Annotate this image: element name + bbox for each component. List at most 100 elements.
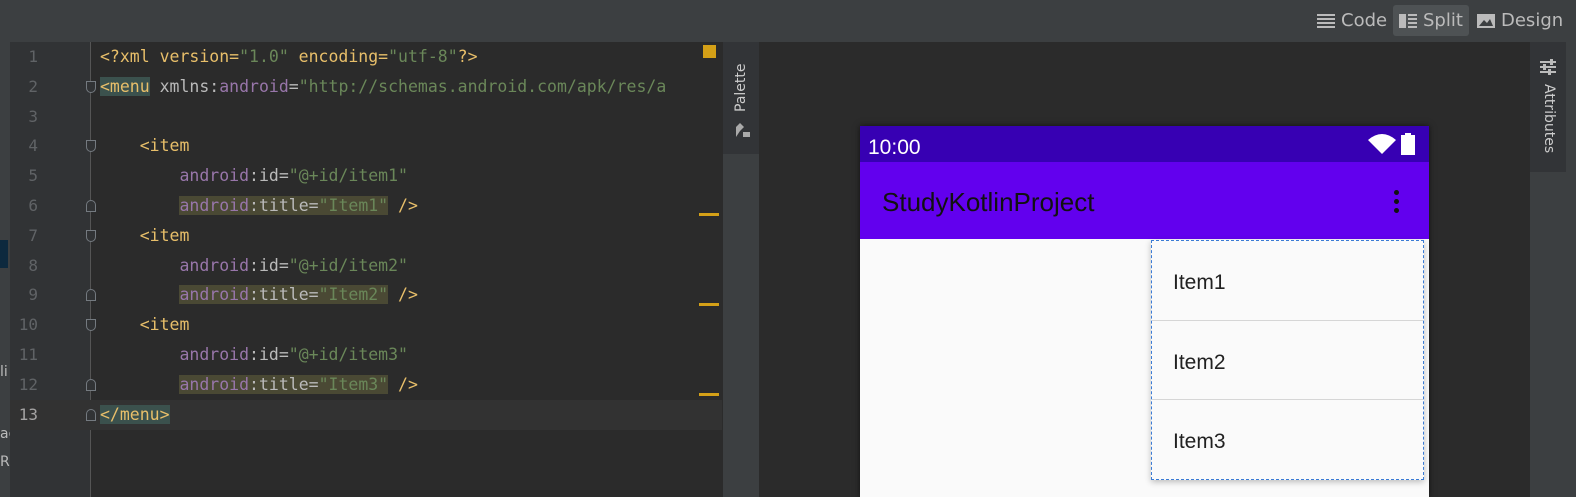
code-token: "@+id/item1" [288, 166, 408, 186]
code-line[interactable]: 13 </menu> [10, 399, 722, 430]
code-token: /> [388, 374, 418, 394]
fold-marker-icon[interactable] [86, 229, 96, 242]
code-text: <item [100, 315, 190, 334]
design-mode-label: Design [1501, 10, 1564, 31]
editor-toolbar: Code Split Design [0, 0, 1576, 43]
code-token: ?> [457, 47, 478, 66]
app-bar: StudyKotlinProject [860, 162, 1429, 239]
code-token: :title= [249, 196, 319, 215]
code-line[interactable]: 2 <menu xmlns:android="http://schemas.and… [10, 72, 722, 102]
attributes-tab[interactable]: Attributes [1530, 42, 1566, 172]
palette-tab-label: Palette [733, 63, 749, 113]
code-line[interactable]: 11 android:id="@+id/item3" [10, 340, 722, 370]
code-token: android [179, 374, 250, 394]
code-token: <item [100, 136, 190, 156]
line-number: 10 [18, 315, 38, 335]
code-token: "utf-8" [388, 47, 458, 66]
error-stripe-mark[interactable] [699, 303, 719, 306]
error-stripe-mark[interactable] [699, 213, 719, 216]
code-text: </menu> [100, 404, 170, 424]
code-text: <item [100, 136, 190, 156]
code-token: :id= [249, 345, 289, 364]
image-icon [1477, 13, 1495, 28]
code-token: encoding= [288, 47, 389, 66]
code-token: android [179, 166, 250, 186]
fold-marker-icon[interactable] [86, 140, 96, 153]
code-token: <item [100, 225, 190, 245]
code-token: :title= [249, 374, 319, 394]
code-token: android [179, 196, 250, 215]
split-mode-button[interactable]: Split [1393, 5, 1469, 36]
fold-marker-icon[interactable] [86, 378, 96, 391]
fold-marker-icon[interactable] [86, 289, 96, 302]
code-line[interactable]: 4 <item [10, 131, 722, 161]
attributes-tab-label: Attributes [1541, 84, 1557, 154]
code-line[interactable]: 1 <?xml version="1.0" encoding="utf-8"?> [10, 42, 722, 72]
options-menu-popup: Item1 Item2 Item3 [1151, 240, 1424, 480]
split-view-icon [1399, 13, 1417, 28]
menu-item[interactable]: Item2 [1152, 320, 1423, 399]
editor-warning-marker[interactable] [703, 45, 716, 58]
fold-marker-icon[interactable] [86, 80, 96, 93]
code-line[interactable]: 5 android:id="@+id/item1" [10, 161, 722, 191]
code-text: android:id="@+id/item1" [100, 166, 408, 185]
code-line[interactable]: 3 [10, 102, 722, 132]
code-line[interactable]: 9 android:title="Item2" /> [10, 280, 722, 310]
code-token: </menu> [100, 404, 170, 424]
status-bar: 10:00 [860, 126, 1429, 162]
overflow-menu-icon[interactable] [1394, 190, 1400, 216]
menu-item-label: Item1 [1173, 271, 1226, 294]
code-token: android [179, 285, 250, 305]
code-token: "Item1" [318, 196, 389, 215]
error-stripe-mark[interactable] [699, 393, 719, 396]
code-mode-label: Code [1341, 10, 1388, 31]
line-number: 1 [28, 47, 38, 66]
status-time: 10:00 [868, 136, 921, 159]
line-number: 13 [18, 404, 38, 424]
code-token: :id= [249, 166, 289, 186]
code-text: android:id="@+id/item3" [100, 345, 408, 364]
code-token: /> [388, 285, 418, 305]
line-number: 4 [28, 136, 38, 156]
fold-marker-icon[interactable] [86, 408, 96, 421]
attributes-side-strip: Attributes [1530, 42, 1576, 497]
code-token: "@+id/item3" [288, 345, 408, 364]
code-mode-button[interactable]: Code [1311, 5, 1393, 36]
line-number: 3 [28, 106, 38, 126]
device-preview[interactable]: 10:00 StudyKotlinProject Item1 Item2 Ite… [860, 126, 1429, 497]
menu-item-label: Item3 [1173, 430, 1226, 453]
line-number: 2 [28, 76, 38, 96]
code-token: "Item3" [318, 374, 389, 394]
code-line[interactable]: 7 <item [10, 221, 722, 251]
design-mode-button[interactable]: Design [1471, 5, 1569, 36]
palette-tab[interactable]: Palette [723, 42, 760, 154]
palette-side-strip: Palette [722, 42, 760, 497]
code-token: <menu [100, 76, 150, 96]
fold-marker-icon[interactable] [86, 200, 96, 212]
code-text: <?xml version="1.0" encoding="utf-8"?> [100, 47, 478, 66]
code-token: "http://schemas.android.com/apk/res/a [298, 76, 667, 96]
line-number: 9 [28, 285, 38, 305]
code-token: "1.0" [239, 47, 289, 66]
menu-item[interactable]: Item1 [1152, 241, 1423, 320]
code-token: :title= [249, 285, 319, 305]
code-line[interactable]: 12 android:title="Item3" /> [10, 370, 722, 400]
left-tool-strip: li ac R [0, 42, 10, 497]
menu-item-label: Item2 [1173, 351, 1226, 374]
app-title: StudyKotlinProject [882, 187, 1095, 217]
fold-marker-icon[interactable] [86, 319, 96, 332]
code-line[interactable]: 6 android:title="Item1" /> [10, 191, 722, 221]
line-number: 5 [28, 166, 38, 186]
code-line[interactable]: 8 android:id="@+id/item2" [10, 251, 722, 281]
left-strip-fragment: R [0, 454, 10, 470]
xml-code-editor[interactable]: 1 <?xml version="1.0" encoding="utf-8"?> 2… [10, 42, 722, 497]
code-line[interactable]: 10 <item [10, 310, 722, 340]
menu-item[interactable]: Item3 [1152, 399, 1423, 478]
left-strip-fragment: li [0, 364, 8, 380]
battery-icon [1401, 133, 1415, 155]
code-token: /> [388, 196, 418, 215]
code-token: xmlns: [149, 76, 220, 96]
